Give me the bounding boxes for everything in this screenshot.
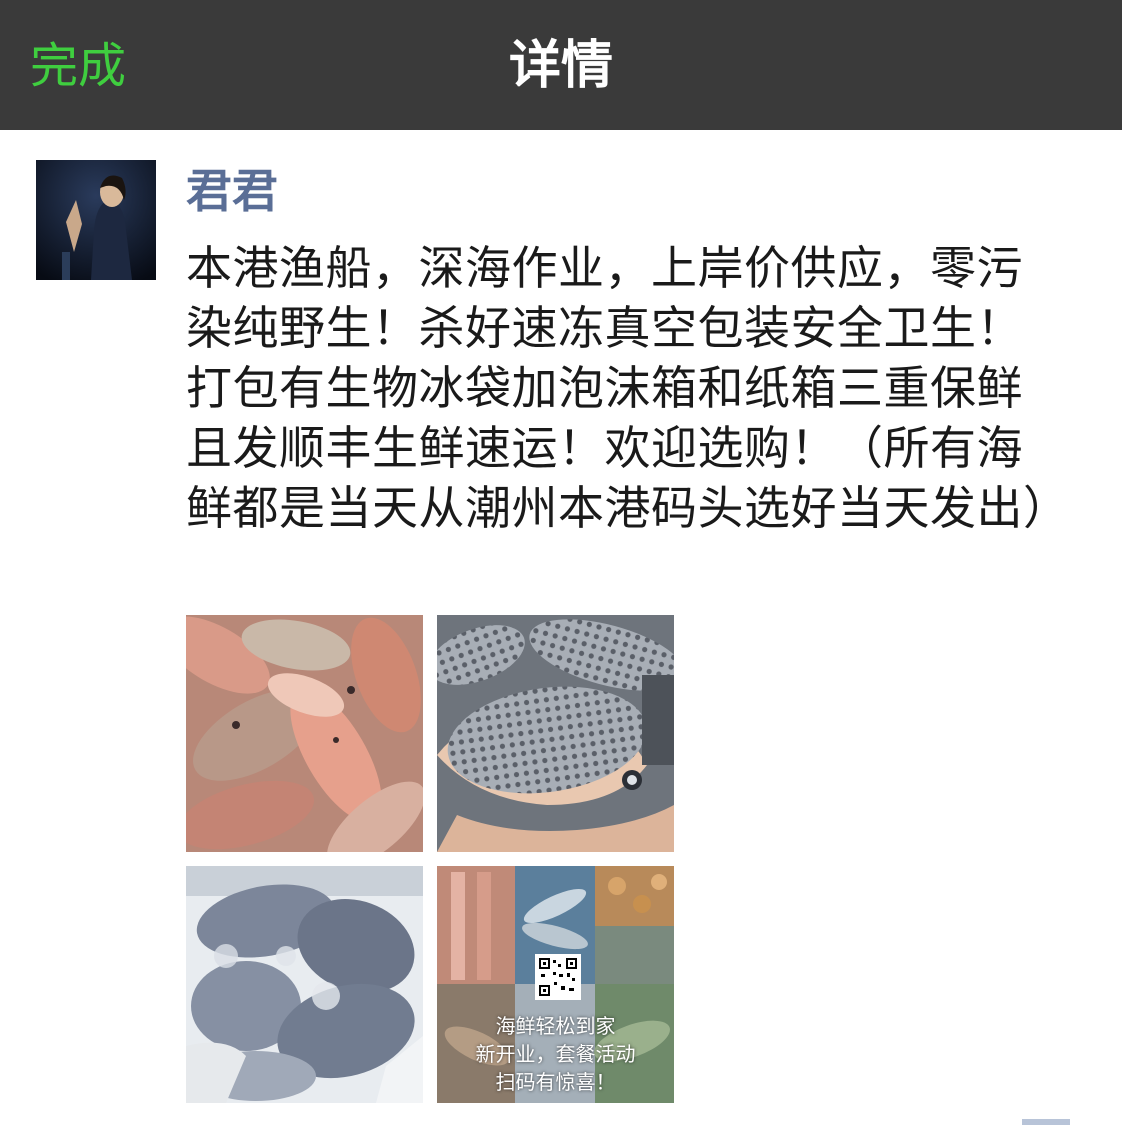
post-photo-2[interactable] bbox=[437, 615, 674, 852]
navigation-bar: 完成 详情 bbox=[0, 0, 1122, 130]
post-photo-4[interactable]: 海鲜轻松到家 新开业，套餐活动 扫码有惊喜！ bbox=[437, 866, 674, 1103]
action-button-edge[interactable] bbox=[1022, 1119, 1070, 1125]
post-text: 本港渔船，深海作业，上岸价供应，零污染纯野生！杀好速冻真空包装安全卫生！打包有生… bbox=[186, 241, 1070, 535]
post-photo-3[interactable] bbox=[186, 866, 423, 1103]
promo-line-1: 海鲜轻松到家 bbox=[495, 1014, 616, 1038]
username[interactable]: 君君 bbox=[186, 162, 278, 220]
promo-line-3: 扫码有惊喜！ bbox=[495, 1070, 616, 1094]
page-title: 详情 bbox=[508, 36, 613, 96]
qr-code bbox=[535, 954, 581, 1000]
promo-overlay-text: 海鲜轻松到家 新开业，套餐活动 扫码有惊喜！ bbox=[437, 1012, 674, 1096]
promo-line-2: 新开业，套餐活动 bbox=[475, 1042, 636, 1066]
post-photo-1[interactable] bbox=[186, 615, 423, 852]
avatar[interactable] bbox=[36, 160, 156, 280]
